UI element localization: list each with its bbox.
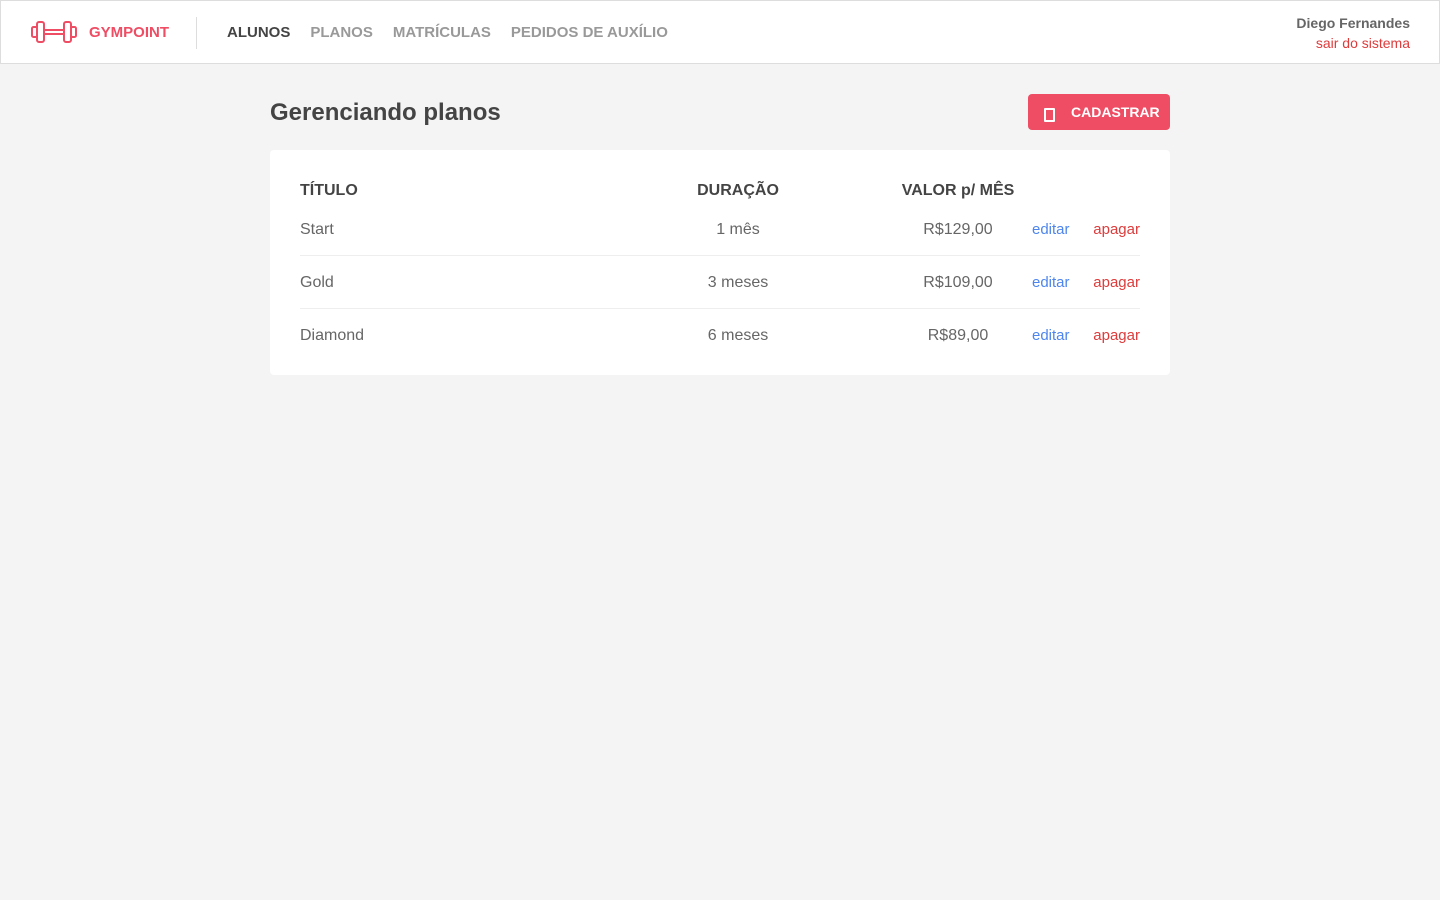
delete-link[interactable]: apagar	[1093, 203, 1140, 256]
plan-price: R$129,00	[923, 221, 993, 238]
table-row: Gold 3 meses R$109,00 editar apagar	[300, 256, 1140, 309]
nav-link-matriculas[interactable]: MATRÍCULAS	[393, 24, 491, 41]
header-duration: DURAÇÃO	[697, 182, 779, 199]
user-name: Diego Fernandes	[1296, 15, 1410, 31]
edit-link[interactable]: editar	[1032, 309, 1070, 362]
delete-link[interactable]: apagar	[1093, 309, 1140, 362]
nav-link-planos[interactable]: PLANOS	[310, 24, 373, 41]
add-icon	[1044, 108, 1055, 122]
plan-price: R$89,00	[927, 327, 989, 344]
main-nav: ALUNOS PLANOS MATRÍCULAS PEDIDOS DE AUXÍ…	[227, 24, 688, 41]
nav-link-pedidos-de-auxilio[interactable]: PEDIDOS DE AUXÍLIO	[511, 24, 668, 41]
table-row: Diamond 6 meses R$89,00 editar apagar	[300, 309, 1140, 362]
user-profile: Diego Fernandes sair do sistema	[1296, 15, 1410, 51]
top-header: GYMPOINT ALUNOS PLANOS MATRÍCULAS PEDIDO…	[0, 0, 1440, 64]
plan-duration: 6 meses	[707, 327, 769, 344]
table-row: Start 1 mês R$129,00 editar apagar	[300, 203, 1140, 256]
header-title: TÍTULO	[300, 182, 358, 199]
brand-name: GYMPOINT	[89, 23, 170, 41]
plan-title: Diamond	[300, 327, 365, 344]
add-button-label: CADASTRAR	[1071, 104, 1160, 120]
logout-link[interactable]: sair do sistema	[1296, 35, 1410, 51]
dumbbell-icon	[30, 19, 78, 45]
add-plan-button[interactable]: CADASTRAR	[1028, 94, 1170, 130]
edit-link[interactable]: editar	[1032, 203, 1070, 256]
delete-link[interactable]: apagar	[1093, 256, 1140, 309]
plan-title: Gold	[300, 274, 334, 291]
nav-link-alunos[interactable]: ALUNOS	[227, 24, 290, 41]
plan-title: Start	[300, 221, 334, 238]
header-price: VALOR p/ MÊS	[901, 182, 1015, 199]
plan-duration: 3 meses	[707, 274, 769, 291]
edit-link[interactable]: editar	[1032, 256, 1070, 309]
table-header: TÍTULO DURAÇÃO VALOR p/ MÊS	[300, 181, 1140, 201]
plans-table-card: TÍTULO DURAÇÃO VALOR p/ MÊS Start 1 mês …	[270, 150, 1170, 375]
brand[interactable]: GYMPOINT	[30, 19, 169, 45]
plan-price: R$109,00	[923, 274, 993, 291]
plan-duration: 1 mês	[716, 221, 760, 238]
header-divider	[196, 17, 197, 49]
page-title: Gerenciando planos	[270, 99, 501, 126]
